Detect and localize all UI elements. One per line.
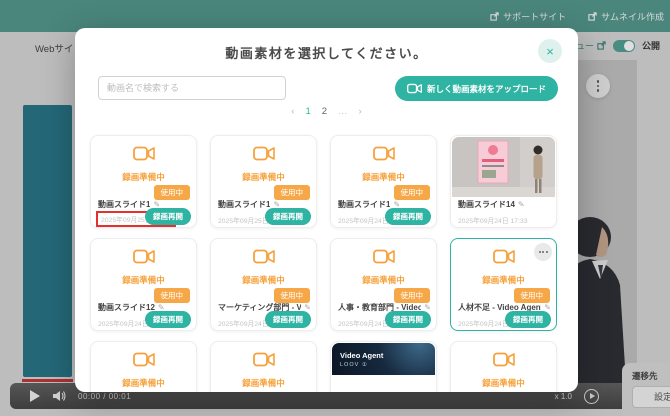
page-1-button[interactable]: 1: [305, 106, 310, 117]
video-name: 動画スライド1: [338, 200, 391, 209]
upload-video-button[interactable]: 新しく動画素材をアップロード: [394, 76, 558, 101]
resume-recording-button[interactable]: 録画再開: [265, 208, 311, 225]
video-camera-icon: [372, 249, 395, 264]
video-card[interactable]: 録画準備中使用中人材不足 - Video Agentによる業...✎2025年0…: [450, 238, 557, 331]
resume-recording-button[interactable]: 録画再開: [145, 311, 191, 328]
in-use-badge: 使用中: [393, 185, 430, 200]
in-use-badge: 使用中: [273, 185, 310, 200]
video-card[interactable]: 録画準備中 使用中 動画スライド1 ✎ 2025年09月24日 19:19 録画再開: [330, 135, 437, 228]
resume-recording-button[interactable]: 録画再開: [385, 208, 431, 225]
video-name: 動画スライド1: [98, 200, 151, 209]
video-card[interactable]: 動画スライド14 ✎ 2025年09月24日 17:33: [450, 135, 557, 228]
video-camera-icon: [252, 249, 275, 264]
video-card[interactable]: Video Agent LOOV ①: [330, 341, 437, 392]
upload-button-label: 新しく動画素材をアップロード: [426, 83, 546, 94]
video-name: 動画スライド14: [458, 200, 515, 209]
in-use-badge: 使用中: [513, 288, 550, 303]
close-icon[interactable]: ×: [538, 39, 562, 63]
video-card[interactable]: 録画準備中: [450, 341, 557, 392]
video-date: 2025年09月24日 17:33: [458, 218, 528, 225]
status-text: 録画準備中: [362, 275, 405, 285]
page-next-button[interactable]: ›: [359, 106, 362, 117]
video-name: 動画スライド1: [218, 200, 271, 209]
page-ellipsis: …: [338, 106, 348, 117]
modal-title: 動画素材を選択してください。: [225, 46, 428, 61]
edit-name-icon[interactable]: ✎: [518, 200, 525, 209]
in-use-badge: 使用中: [153, 185, 190, 200]
video-card[interactable]: 録画準備中使用中マーケティング部門 - Video Age...✎2025年09…: [210, 238, 317, 331]
slide-video-thumbnail: Video Agent LOOV ①: [332, 343, 435, 375]
status-text: 録画準備中: [242, 378, 285, 388]
in-use-badge: 使用中: [153, 288, 190, 303]
video-camera-icon: [372, 146, 395, 161]
video-camera-icon: [406, 83, 422, 94]
video-name: 動画スライド12: [98, 303, 155, 312]
in-use-badge: 使用中: [273, 288, 310, 303]
video-card-grid: 録画準備中 使用中 動画スライド1 ✎ 2025年09月25日 14:39 録画再開 録画準…: [90, 135, 563, 392]
in-use-badge: 使用中: [393, 288, 430, 303]
resume-recording-button[interactable]: 録画再開: [505, 311, 551, 328]
status-text: 録画準備中: [482, 378, 525, 388]
video-camera-icon: [252, 146, 275, 161]
video-camera-icon: [132, 146, 155, 161]
video-camera-icon: [132, 352, 155, 367]
video-camera-icon: [492, 352, 515, 367]
video-card[interactable]: 録画準備中: [210, 341, 317, 392]
status-text: 録画準備中: [242, 275, 285, 285]
search-input[interactable]: [98, 76, 286, 100]
status-text: 録画準備中: [122, 378, 165, 388]
card-options-menu-button[interactable]: [534, 243, 552, 261]
resume-recording-button[interactable]: 録画再開: [145, 208, 191, 225]
video-card[interactable]: 録画準備中: [90, 341, 197, 392]
video-camera-icon: [132, 249, 155, 264]
video-camera-icon: [492, 249, 515, 264]
video-card[interactable]: 録画準備中 使用中 動画スライド1 ✎ 2025年09月25日 14:39 録画再開: [90, 135, 197, 228]
video-select-modal: 動画素材を選択してください。 × 新しく動画素材をアップロード ‹ 1 2 … …: [75, 28, 578, 392]
resume-recording-button[interactable]: 録画再開: [265, 311, 311, 328]
page-2-button[interactable]: 2: [322, 106, 327, 117]
video-card[interactable]: 録画準備中 使用中 動画スライド1 ✎ 2025年09月25日 10:48 録画再開: [210, 135, 317, 228]
page-prev-button[interactable]: ‹: [291, 106, 294, 117]
status-text: 録画準備中: [482, 275, 525, 285]
video-card[interactable]: 録画準備中使用中人事・教育部門 - Video Agentに...✎2025年0…: [330, 238, 437, 331]
pagination: ‹ 1 2 … ›: [75, 106, 578, 117]
resume-recording-button[interactable]: 録画再開: [385, 311, 431, 328]
video-card[interactable]: 録画準備中 使用中 動画スライド12 ✎ 2025年09月24日 13:59 録画再開: [90, 238, 197, 331]
status-text: 録画準備中: [122, 172, 165, 182]
status-text: 録画準備中: [242, 172, 285, 182]
status-text: 録画準備中: [122, 275, 165, 285]
slide-photo-thumbnail: [452, 137, 555, 197]
video-camera-icon: [252, 352, 275, 367]
status-text: 録画準備中: [362, 172, 405, 182]
